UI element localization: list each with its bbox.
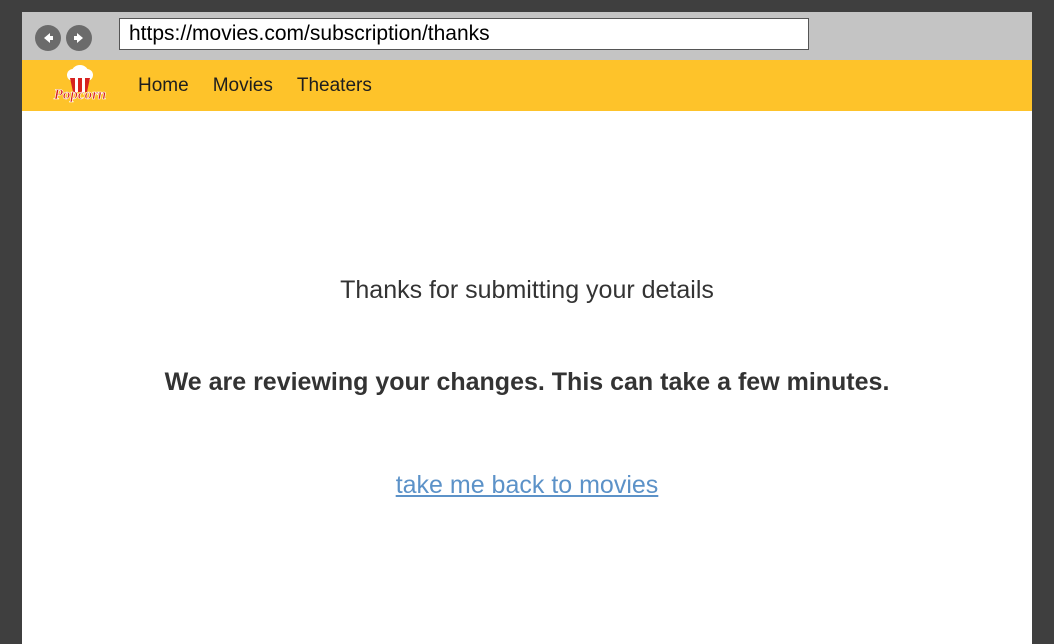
back-to-movies-link[interactable]: take me back to movies (396, 471, 659, 499)
arrow-left-icon (44, 33, 53, 43)
back-to-movies-container: take me back to movies (22, 471, 1032, 500)
browser-toolbar: https://movies.com/subscription/thanks (22, 12, 1032, 60)
nav-link-home[interactable]: Home (138, 75, 189, 97)
address-bar[interactable]: https://movies.com/subscription/thanks (119, 18, 809, 50)
forward-button[interactable] (66, 25, 92, 51)
nav-links: Home Movies Theaters (138, 60, 396, 111)
review-message: We are reviewing your changes. This can … (164, 368, 890, 396)
arrow-right-icon (74, 33, 83, 43)
thanks-message: Thanks for submitting your details (340, 276, 714, 304)
popcorn-icon: Popcorn (53, 65, 107, 103)
browser-window: https://movies.com/subscription/thanks P… (22, 12, 1032, 644)
svg-text:Popcorn: Popcorn (54, 87, 107, 103)
popcorn-logo[interactable]: Popcorn (48, 62, 112, 108)
nav-link-theaters[interactable]: Theaters (297, 75, 372, 97)
site-navbar: Popcorn Home Movies Theaters (22, 60, 1032, 111)
back-button[interactable] (35, 25, 61, 51)
main-content: Thanks for submitting your details We ar… (22, 111, 1032, 644)
nav-link-movies[interactable]: Movies (213, 75, 273, 97)
